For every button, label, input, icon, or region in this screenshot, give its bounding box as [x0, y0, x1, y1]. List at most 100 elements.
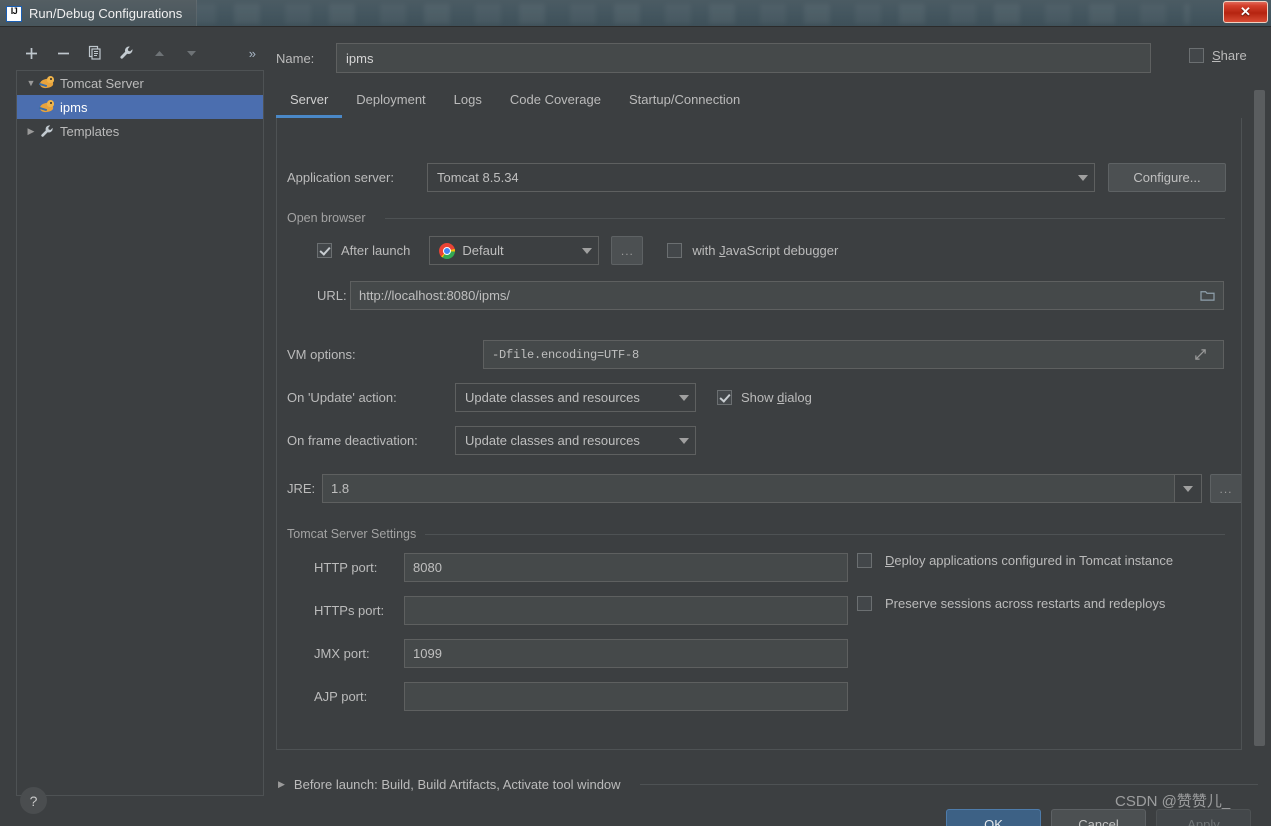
expand-icon[interactable] [1185, 341, 1215, 368]
section-divider [639, 783, 1258, 785]
chrome-icon [439, 242, 456, 259]
toolbar-overflow-button[interactable]: » [249, 46, 270, 61]
chevron-right-icon[interactable]: ▶ [278, 779, 285, 790]
browser-combo[interactable]: Default [429, 236, 600, 265]
show-dialog-checkbox[interactable]: Show dialog [717, 390, 812, 405]
move-up-button[interactable] [144, 40, 174, 66]
preserve-sessions-checkbox-box[interactable] [857, 596, 872, 611]
preserve-sessions-checkbox[interactable]: Preserve sessions across restarts and re… [857, 596, 1165, 611]
chevron-down-icon [1078, 174, 1088, 181]
jre-input[interactable]: 1.8 [322, 474, 1174, 503]
remove-configuration-button[interactable] [48, 40, 78, 66]
jmx-port-input[interactable]: 1099 [404, 639, 848, 668]
window-titlebar: Run/Debug Configurations ✕ [0, 0, 1271, 27]
share-checkbox-box[interactable] [1189, 48, 1204, 63]
chevron-down-icon[interactable]: ▼ [23, 78, 39, 88]
on-frame-deactivation-row: On frame deactivation: Update classes an… [287, 426, 696, 455]
after-launch-checkbox[interactable]: After launch [317, 243, 410, 258]
move-down-button[interactable] [176, 40, 206, 66]
help-button[interactable]: ? [20, 787, 47, 814]
name-row: Name: [276, 42, 1271, 74]
preserve-sessions-label: Preserve sessions across restarts and re… [885, 596, 1166, 611]
on-update-action-row: On 'Update' action: Update classes and r… [287, 383, 812, 412]
application-server-combo[interactable]: Tomcat 8.5.34 [427, 163, 1095, 192]
window-title: Run/Debug Configurations [29, 6, 183, 21]
tree-item-ipms[interactable]: ipms [17, 95, 263, 119]
titlebar-background-blur [190, 4, 1190, 24]
show-dialog-checkbox-box[interactable] [717, 390, 732, 405]
http-port-label: HTTP port: [314, 560, 378, 575]
after-launch-checkbox-box[interactable] [317, 243, 332, 258]
deploy-applications-label: Deploy applications configured in Tomcat… [885, 553, 1174, 568]
close-icon[interactable]: ✕ [1223, 1, 1268, 23]
configurations-tree[interactable]: ▼ Tomcat Server ipms ▶ Templates [16, 70, 264, 796]
open-browser-group-title: Open browser [287, 211, 374, 225]
browser-browse-button[interactable]: ... [611, 236, 644, 265]
chevron-down-icon [679, 437, 689, 444]
js-debugger-checkbox[interactable]: with JavaScript debugger [667, 243, 838, 258]
tree-item-templates[interactable]: ▶ Templates [17, 119, 263, 143]
after-launch-label: After launch [341, 243, 411, 258]
tab-deployment[interactable]: Deployment [342, 85, 439, 118]
chevron-down-icon [1183, 485, 1193, 492]
share-checkbox[interactable]: Share [1189, 48, 1247, 63]
jre-label: JRE: [287, 481, 316, 496]
deploy-applications-checkbox[interactable]: Deploy applications configured in Tomcat… [857, 553, 1173, 568]
edit-templates-wrench-button[interactable] [112, 40, 142, 66]
tomcat-icon [38, 75, 55, 91]
ok-button[interactable]: OK [946, 809, 1041, 826]
url-row: URL: http://localhost:8080/ipms/ [317, 281, 1224, 310]
chevron-down-icon [679, 394, 689, 401]
vm-options-input[interactable]: -Dfile.encoding=UTF-8 [483, 340, 1224, 369]
wrench-icon [39, 123, 55, 139]
js-debugger-label: with JavaScript debugger [692, 243, 839, 258]
add-configuration-button[interactable] [16, 40, 46, 66]
ajp-port-input[interactable] [404, 682, 848, 711]
application-server-value: Tomcat 8.5.34 [437, 170, 519, 185]
tab-startup-connection[interactable]: Startup/Connection [615, 85, 754, 118]
intellij-idea-icon [6, 5, 22, 22]
configurations-sidebar: » ▼ Tomcat Server ipms ▶ Templates ? [0, 28, 270, 826]
folder-icon[interactable] [1200, 289, 1215, 302]
group-divider [385, 218, 1225, 219]
configure-button[interactable]: Configure... [1108, 163, 1226, 192]
tab-code-coverage[interactable]: Code Coverage [496, 85, 615, 118]
jre-browse-button[interactable]: ... [1210, 474, 1241, 503]
on-frame-deactivation-combo[interactable]: Update classes and resources [455, 426, 696, 455]
scrollbar-thumb[interactable] [1254, 90, 1265, 746]
jre-row: JRE: 1.8 ... [287, 474, 1241, 503]
on-update-action-combo[interactable]: Update classes and resources [455, 383, 696, 412]
url-input[interactable]: http://localhost:8080/ipms/ [350, 281, 1224, 310]
https-port-label: HTTPs port: [314, 603, 385, 618]
dialog-buttons: OK Cancel Apply [946, 809, 1251, 826]
http-port-input[interactable]: 8080 [404, 553, 848, 582]
https-port-row: HTTPs port: [314, 596, 848, 625]
cancel-button[interactable]: Cancel [1051, 809, 1146, 826]
before-launch-label: Before launch: Build, Build Artifacts, A… [293, 776, 621, 792]
configurations-toolbar: » [0, 38, 270, 68]
name-input[interactable] [336, 43, 1151, 73]
deploy-applications-checkbox-box[interactable] [857, 553, 872, 568]
server-tab-panel: Application server: Tomcat 8.5.34 Config… [276, 118, 1242, 750]
https-port-input[interactable] [404, 596, 848, 625]
js-debugger-checkbox-box[interactable] [667, 243, 683, 258]
chevron-right-icon[interactable]: ▶ [23, 126, 39, 137]
ajp-port-label: AJP port: [314, 689, 368, 704]
copy-configuration-button[interactable] [80, 40, 110, 66]
group-divider [425, 534, 1225, 535]
tab-logs[interactable]: Logs [440, 85, 496, 118]
before-launch-section[interactable]: ▶ Before launch: Build, Build Artifacts,… [278, 774, 1258, 794]
tab-bar[interactable]: Server Deployment Logs Code Coverage Sta… [276, 84, 1266, 118]
ajp-port-row: AJP port: [314, 682, 848, 711]
http-port-value: 8080 [413, 560, 442, 575]
tab-server[interactable]: Server [276, 85, 343, 118]
window-title-area: Run/Debug Configurations [0, 0, 198, 26]
jre-value: 1.8 [331, 481, 350, 496]
after-launch-row: After launch Default ... with JavaScript… [317, 236, 838, 265]
tree-item-tomcat-server[interactable]: ▼ Tomcat Server [17, 71, 263, 95]
show-dialog-label: Show dialog [741, 390, 812, 405]
jre-dropdown-button[interactable] [1174, 474, 1202, 503]
on-frame-deactivation-value: Update classes and resources [465, 433, 640, 448]
panel-scrollbar[interactable] [1254, 90, 1265, 746]
tomcat-settings-group-title: Tomcat Server Settings [287, 527, 425, 541]
